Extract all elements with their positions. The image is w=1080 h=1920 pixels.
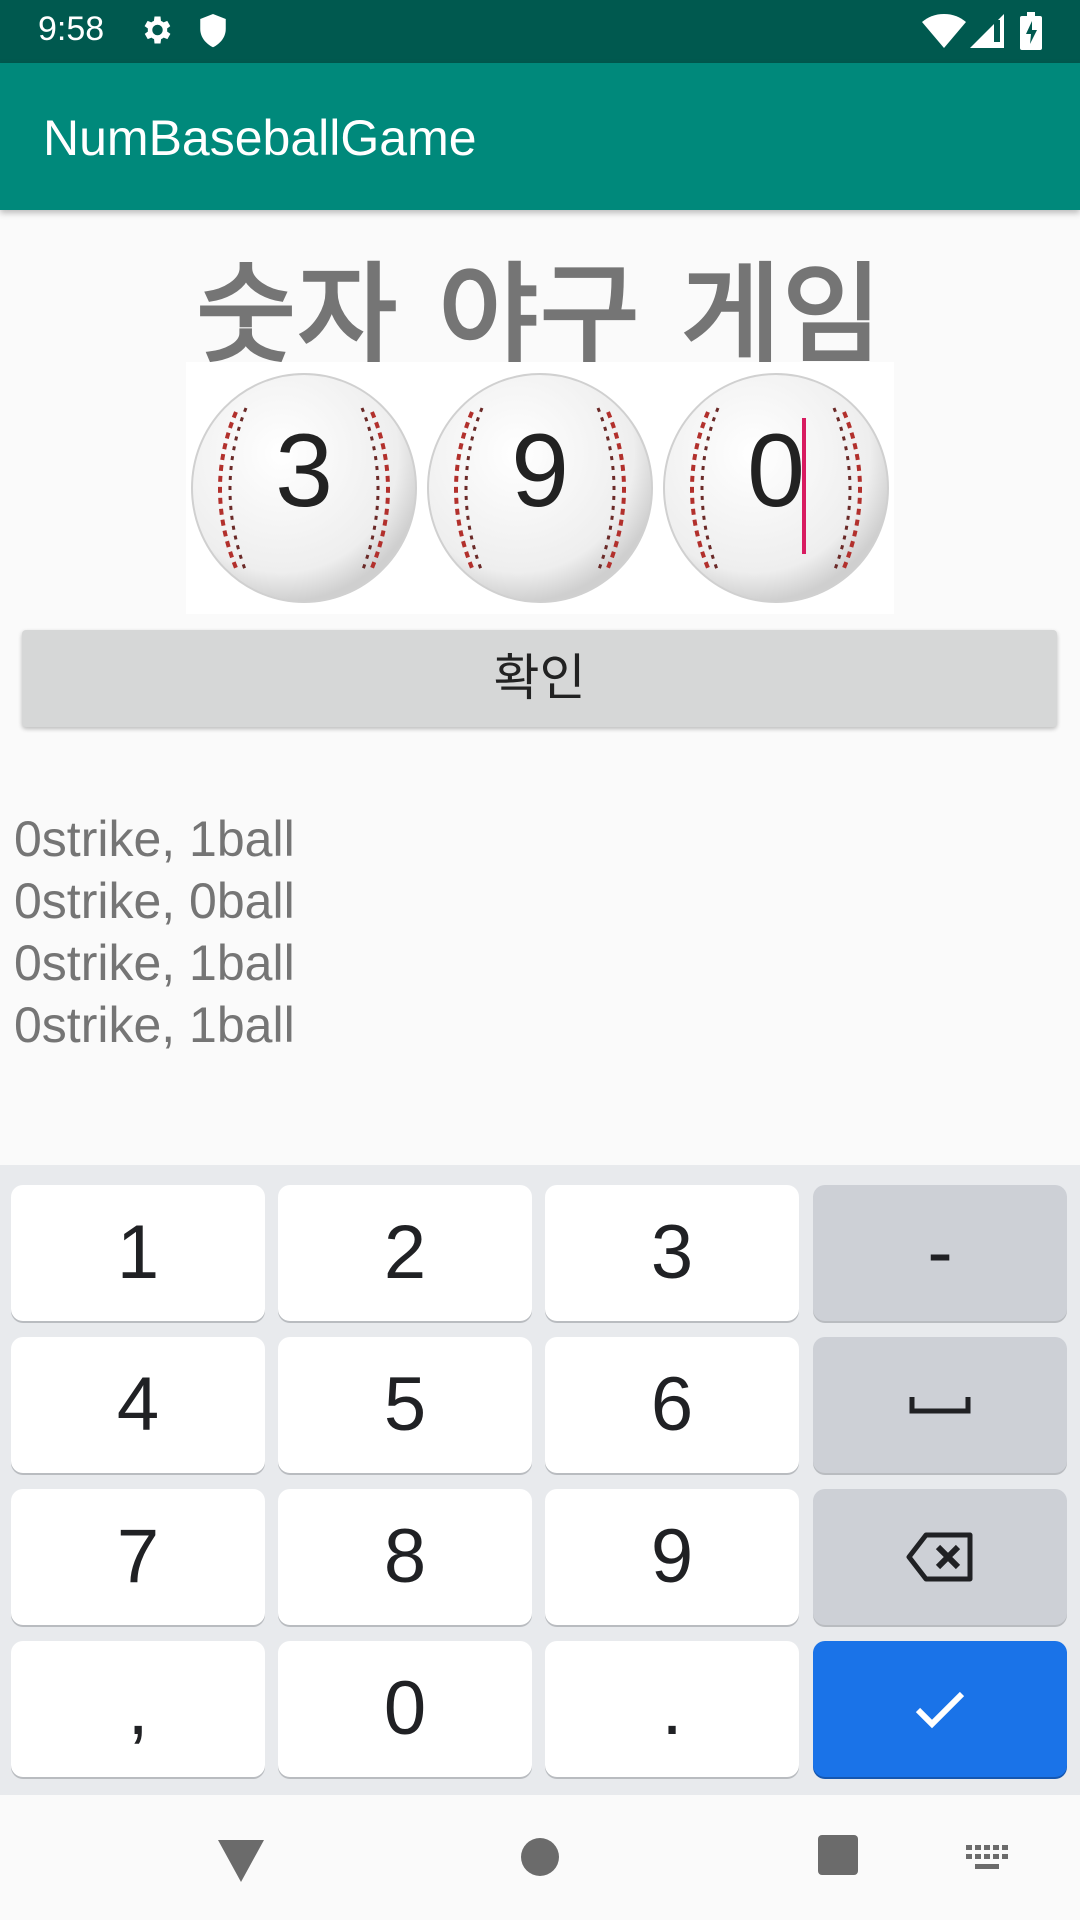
results-list: 0strike, 1ball 0strike, 0ball 0strike, 1…	[14, 808, 295, 1056]
key-6[interactable]: 6	[545, 1337, 799, 1473]
key-done[interactable]	[813, 1641, 1067, 1777]
result-item: 0strike, 1ball	[14, 935, 295, 991]
key-period[interactable]: .	[545, 1641, 799, 1777]
result-item: 0strike, 1ball	[14, 997, 295, 1053]
key-2[interactable]: 2	[278, 1185, 532, 1321]
backspace-icon	[906, 1532, 973, 1582]
key-0[interactable]: 0	[278, 1641, 532, 1777]
key-5[interactable]: 5	[278, 1337, 532, 1473]
digit-input-2[interactable]: 9	[426, 372, 654, 604]
key-4[interactable]: 4	[11, 1337, 265, 1473]
digit-input-3[interactable]: 0	[662, 372, 890, 604]
shield-icon	[196, 12, 230, 54]
key-8[interactable]: 8	[278, 1489, 532, 1625]
navigation-bar	[0, 1795, 1080, 1920]
signal-icon	[970, 14, 1004, 52]
back-triangle-icon[interactable]	[218, 1840, 264, 1886]
key-minus[interactable]: -	[813, 1185, 1067, 1321]
key-space[interactable]	[813, 1337, 1067, 1473]
text-cursor	[802, 418, 806, 554]
status-time: 9:58	[38, 10, 105, 48]
key-comma[interactable]: ,	[11, 1641, 265, 1777]
recents-square-icon[interactable]	[818, 1835, 858, 1879]
digit-input-1[interactable]: 3	[190, 372, 418, 604]
check-icon	[915, 1691, 965, 1729]
game-title: 숫자 야구 게임	[196, 253, 884, 378]
key-backspace[interactable]	[813, 1489, 1067, 1625]
wifi-icon	[922, 14, 966, 52]
key-3[interactable]: 3	[545, 1185, 799, 1321]
result-item: 0strike, 1ball	[14, 811, 295, 867]
baseball-digit-inputs: 3 9 0	[186, 362, 894, 614]
status-bar: 9:58	[0, 0, 1080, 63]
settings-icon	[138, 12, 174, 52]
key-9[interactable]: 9	[545, 1489, 799, 1625]
app-bar: NumBaseballGame	[0, 63, 1080, 210]
digit-value: 3	[275, 413, 333, 529]
digit-value: 0	[747, 413, 805, 529]
key-1[interactable]: 1	[11, 1185, 265, 1321]
key-7[interactable]: 7	[11, 1489, 265, 1625]
battery-icon	[1020, 12, 1042, 54]
numeric-keyboard: 1 2 3 - 4 5 6 7 8 9 , 0 .	[0, 1165, 1080, 1795]
confirm-button[interactable]: 확인	[22, 630, 1057, 727]
digit-value: 9	[511, 413, 569, 529]
space-icon	[909, 1397, 971, 1414]
result-item: 0strike, 0ball	[14, 873, 295, 929]
home-circle-icon[interactable]	[520, 1837, 560, 1881]
keyboard-switch-icon[interactable]	[966, 1845, 1010, 1875]
app-title: NumBaseballGame	[43, 110, 477, 166]
